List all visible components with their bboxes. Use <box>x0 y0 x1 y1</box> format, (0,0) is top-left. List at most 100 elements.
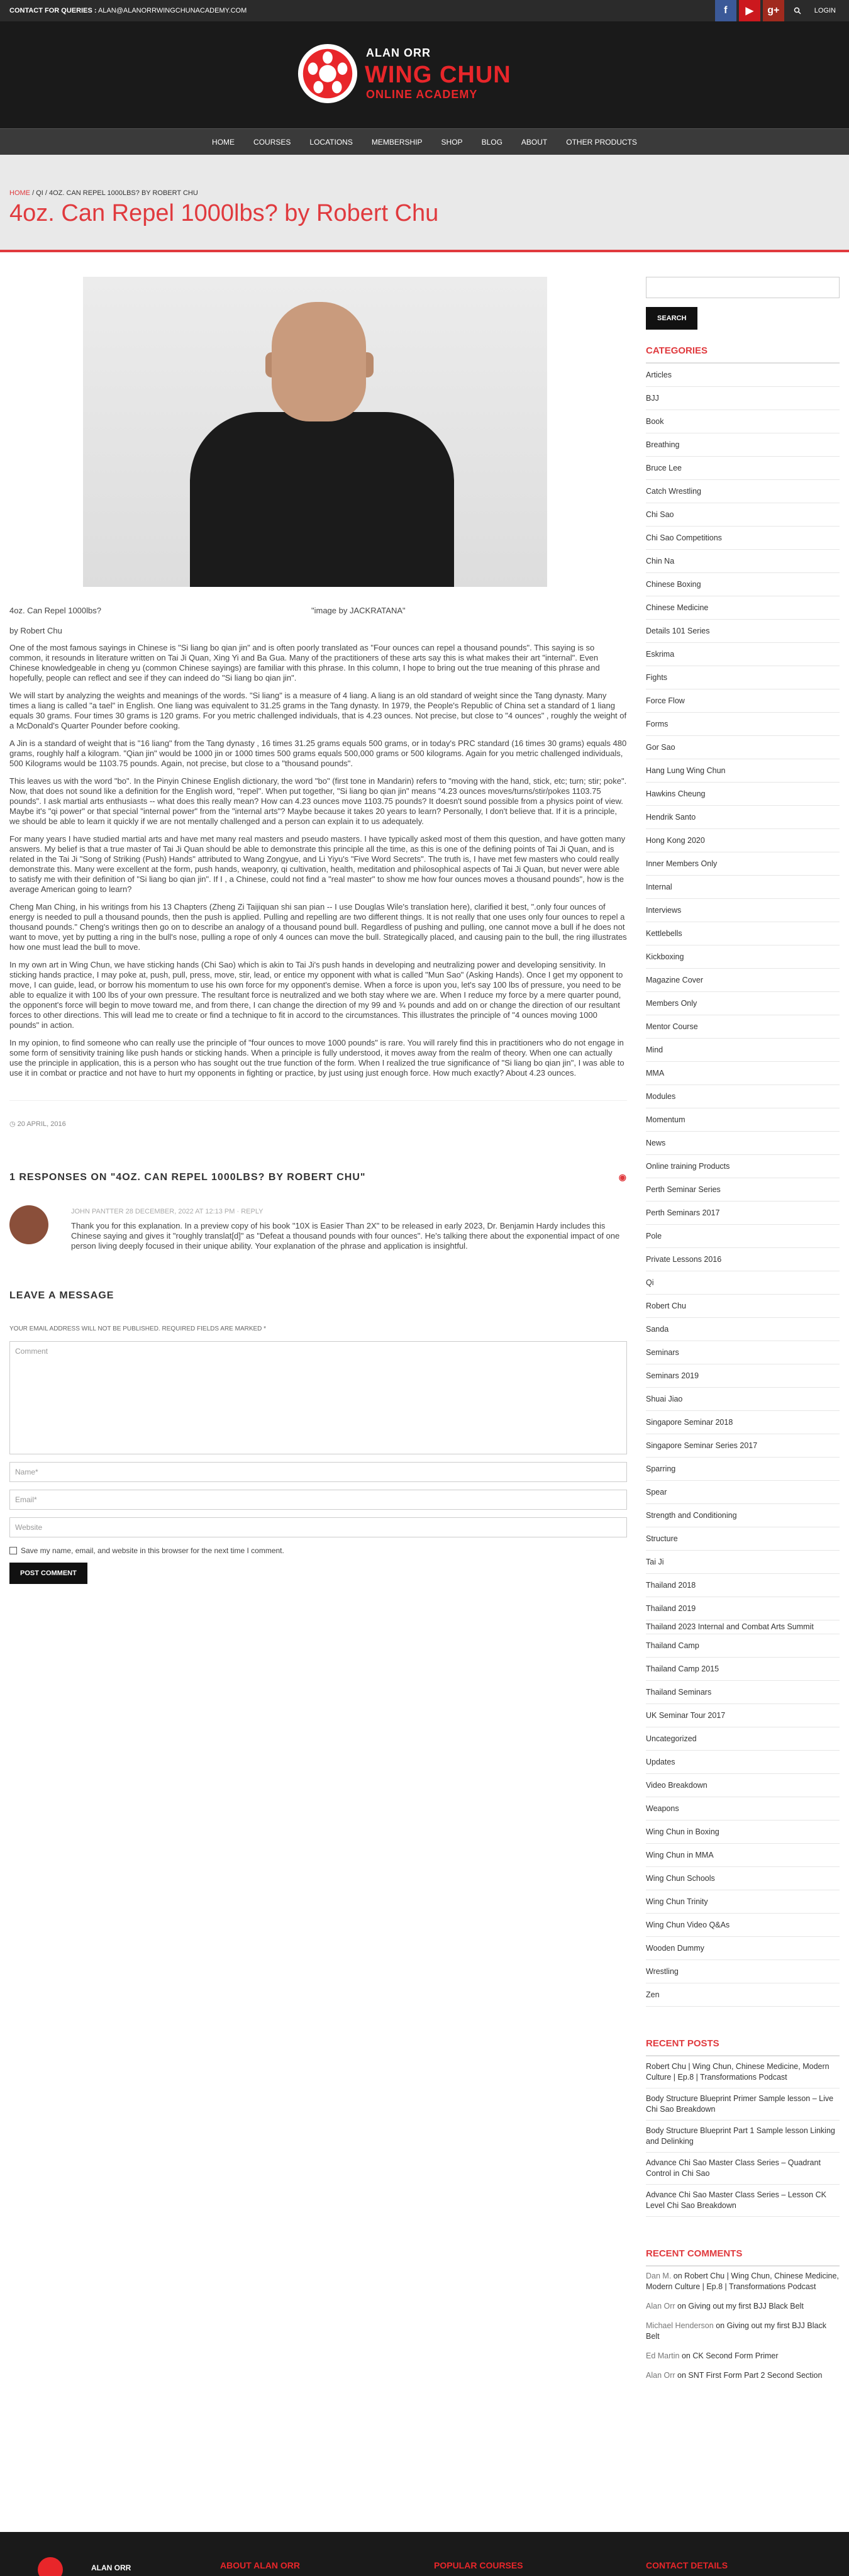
category-link[interactable]: Kettlebells <box>646 922 840 945</box>
nav-other-products[interactable]: OTHER PRODUCTS <box>566 138 637 147</box>
rss-icon[interactable]: ◉ <box>619 1172 627 1183</box>
category-link[interactable]: Thailand 2018 <box>646 1574 840 1597</box>
category-link[interactable]: Perth Seminar Series <box>646 1178 840 1202</box>
category-link[interactable]: Shuai Jiao <box>646 1388 840 1411</box>
category-link[interactable]: Seminars <box>646 1341 840 1364</box>
category-link[interactable]: Kickboxing <box>646 945 840 969</box>
email-field[interactable]: Email* <box>9 1490 627 1510</box>
category-link[interactable]: Bruce Lee <box>646 457 840 480</box>
category-link[interactable]: Forms <box>646 713 840 736</box>
category-link[interactable]: Breathing <box>646 433 840 457</box>
recent-comment-post-link[interactable]: CK Second Form Primer <box>692 2351 778 2360</box>
sidebar-search-input[interactable] <box>646 277 840 298</box>
category-link[interactable]: Thailand Seminars <box>646 1681 840 1704</box>
recent-post-link[interactable]: Body Structure Blueprint Part 1 Sample l… <box>646 2121 840 2153</box>
category-link[interactable]: Magazine Cover <box>646 969 840 992</box>
nav-shop[interactable]: SHOP <box>441 138 463 147</box>
facebook-icon[interactable]: f <box>714 0 736 21</box>
category-link[interactable]: Hendrik Santo <box>646 806 840 829</box>
googleplus-icon[interactable]: g+ <box>762 0 784 21</box>
category-link[interactable]: Strength and Conditioning <box>646 1504 840 1527</box>
category-link[interactable]: Hang Lung Wing Chun <box>646 759 840 783</box>
nav-home[interactable]: HOME <box>212 138 235 147</box>
category-link[interactable]: Mentor Course <box>646 1015 840 1039</box>
breadcrumb-home[interactable]: HOME <box>9 189 30 197</box>
category-link[interactable]: News <box>646 1132 840 1155</box>
recent-comment-post-link[interactable]: Giving out my first BJJ Black Belt <box>688 2302 803 2311</box>
category-link[interactable]: Singapore Seminar 2018 <box>646 1411 840 1434</box>
category-link[interactable]: Wing Chun Trinity <box>646 1890 840 1914</box>
category-link[interactable]: Tai Ji <box>646 1551 840 1574</box>
category-link[interactable]: Catch Wrestling <box>646 480 840 503</box>
category-link[interactable]: Structure <box>646 1527 840 1551</box>
category-link[interactable]: UK Seminar Tour 2017 <box>646 1704 840 1727</box>
category-link[interactable]: Chinese Medicine <box>646 596 840 620</box>
category-link[interactable]: Hawkins Cheung <box>646 783 840 806</box>
category-link[interactable]: Chin Na <box>646 550 840 573</box>
category-link[interactable]: Qi <box>646 1271 840 1295</box>
nav-membership[interactable]: MEMBERSHIP <box>372 138 423 147</box>
recent-post-link[interactable]: Body Structure Blueprint Primer Sample l… <box>646 2088 840 2121</box>
category-link[interactable]: Momentum <box>646 1108 840 1132</box>
category-link[interactable]: Zen <box>646 1983 840 2007</box>
comment-textarea[interactable]: Comment <box>9 1341 627 1454</box>
site-logo[interactable]: ALAN ORR WING CHUN ONLINE ACADEMY <box>297 38 552 113</box>
category-link[interactable]: Sanda <box>646 1318 840 1341</box>
category-link[interactable]: Wooden Dummy <box>646 1937 840 1960</box>
category-link[interactable]: Inner Members Only <box>646 852 840 876</box>
name-field[interactable]: Name* <box>9 1462 627 1482</box>
category-link[interactable]: Chi Sao <box>646 503 840 527</box>
post-comment-button[interactable]: POST COMMENT <box>9 1563 87 1584</box>
category-link[interactable]: Interviews <box>646 899 840 922</box>
save-info-checkbox[interactable] <box>9 1547 17 1554</box>
category-link[interactable]: Weapons <box>646 1797 840 1820</box>
contact-email-link[interactable]: ALAN@ALANORRWINGCHUNACADEMY.COM <box>98 7 247 14</box>
nav-courses[interactable]: COURSES <box>253 138 291 147</box>
category-link[interactable]: Modules <box>646 1085 840 1108</box>
category-link[interactable]: Perth Seminars 2017 <box>646 1202 840 1225</box>
nav-about[interactable]: ABOUT <box>521 138 547 147</box>
category-link[interactable]: Seminars 2019 <box>646 1364 840 1388</box>
category-link[interactable]: Wing Chun in Boxing <box>646 1820 840 1844</box>
category-link[interactable]: Online training Products <box>646 1155 840 1178</box>
category-link[interactable]: Force Flow <box>646 689 840 713</box>
category-link[interactable]: Uncategorized <box>646 1727 840 1751</box>
category-link[interactable]: Thailand Camp <box>646 1634 840 1658</box>
login-link[interactable]: LOGIN <box>811 7 840 14</box>
category-link[interactable]: MMA <box>646 1062 840 1085</box>
website-field[interactable]: Website <box>9 1517 627 1537</box>
category-link[interactable]: Hong Kong 2020 <box>646 829 840 852</box>
category-link[interactable]: Wing Chun Video Q&As <box>646 1914 840 1937</box>
category-link[interactable]: Book <box>646 410 840 433</box>
category-link[interactable]: Gor Sao <box>646 736 840 759</box>
category-link[interactable]: Thailand 2023 Internal and Combat Arts S… <box>646 1620 840 1634</box>
recent-post-link[interactable]: Robert Chu | Wing Chun, Chinese Medicine… <box>646 2056 840 2088</box>
category-link[interactable]: Eskrima <box>646 643 840 666</box>
category-link[interactable]: Updates <box>646 1751 840 1774</box>
category-link[interactable]: Thailand 2019 <box>646 1597 840 1620</box>
category-link[interactable]: Chinese Boxing <box>646 573 840 596</box>
category-link[interactable]: Wrestling <box>646 1960 840 1983</box>
category-link[interactable]: Internal <box>646 876 840 899</box>
nav-locations[interactable]: LOCATIONS <box>309 138 352 147</box>
recent-comment-post-link[interactable]: SNT First Form Part 2 Second Section <box>688 2371 822 2380</box>
category-link[interactable]: Pole <box>646 1225 840 1248</box>
category-link[interactable]: Fights <box>646 666 840 689</box>
category-link[interactable]: Robert Chu <box>646 1295 840 1318</box>
category-link[interactable]: Video Breakdown <box>646 1774 840 1797</box>
category-link[interactable]: Wing Chun in MMA <box>646 1844 840 1867</box>
category-link[interactable]: Mind <box>646 1039 840 1062</box>
recent-post-link[interactable]: Advance Chi Sao Master Class Series – Qu… <box>646 2153 840 2185</box>
category-link[interactable]: Members Only <box>646 992 840 1015</box>
nav-blog[interactable]: BLOG <box>482 138 502 147</box>
youtube-icon[interactable]: ▶ <box>738 0 760 21</box>
category-link[interactable]: Singapore Seminar Series 2017 <box>646 1434 840 1458</box>
category-link[interactable]: Spear <box>646 1481 840 1504</box>
category-link[interactable]: Details 101 Series <box>646 620 840 643</box>
search-icon[interactable] <box>787 0 808 21</box>
category-link[interactable]: Sparring <box>646 1458 840 1481</box>
recent-post-link[interactable]: Advance Chi Sao Master Class Series – Le… <box>646 2185 840 2217</box>
category-link[interactable]: Private Lessons 2016 <box>646 1248 840 1271</box>
category-link[interactable]: Thailand Camp 2015 <box>646 1658 840 1681</box>
category-link[interactable]: Wing Chun Schools <box>646 1867 840 1890</box>
